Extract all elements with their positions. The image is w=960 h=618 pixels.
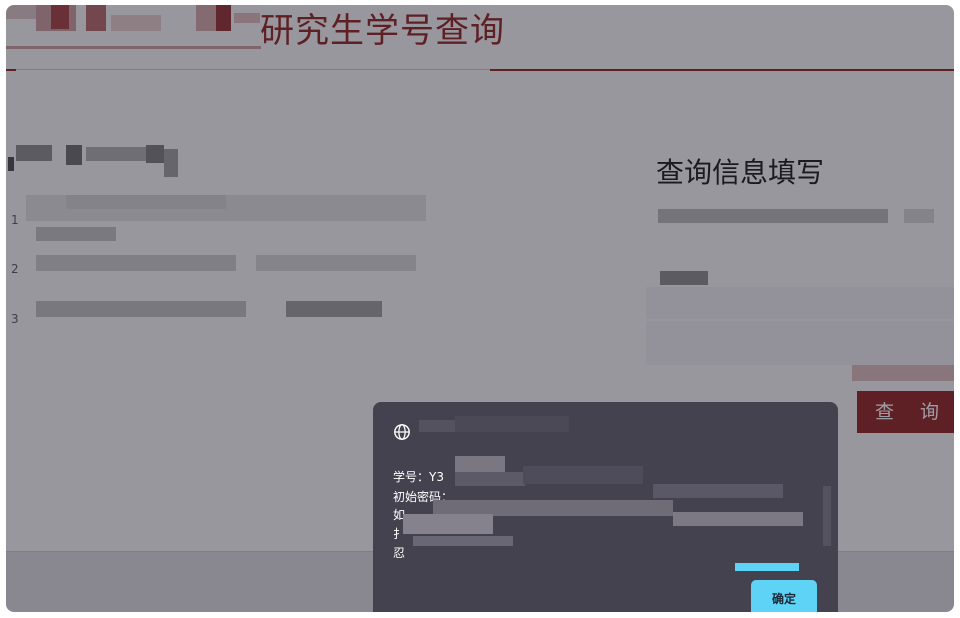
dialog-redacted-content	[403, 452, 833, 562]
student-id-dialog: 学号：Y3 初始密码： 如 扌 忍 确定	[373, 402, 838, 612]
dialog-site-name	[419, 416, 569, 436]
confirm-button[interactable]: 确定	[751, 580, 817, 612]
dialog-accent-strip	[735, 563, 799, 571]
globe-icon	[394, 424, 410, 440]
browser-viewport: 研究生学号查询 1 2 3 查询信息填写 查 询 学号：Y3 初始密码： 如 扌…	[6, 5, 954, 612]
